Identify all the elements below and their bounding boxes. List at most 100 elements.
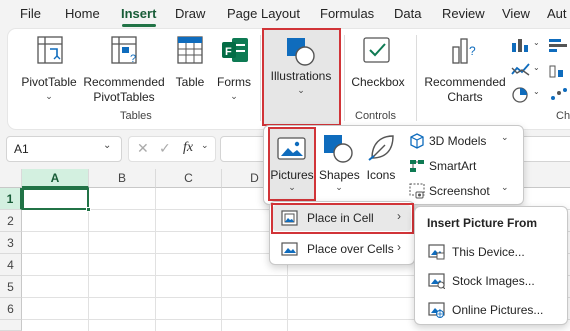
tab-review[interactable]: Review	[442, 6, 485, 21]
svg-text:F: F	[225, 46, 232, 58]
column-header-c[interactable]: C	[156, 169, 222, 188]
insert-picture-from-title: Insert Picture From	[427, 216, 538, 230]
chevron-down-icon[interactable]: ⌄	[201, 140, 209, 151]
chevron-down-icon[interactable]: ⌄	[533, 38, 540, 47]
recommended-charts-button[interactable]: ? Recommended Charts	[420, 33, 510, 107]
screenshot-button[interactable]: Screenshot ⌄	[407, 182, 519, 200]
this-device-item[interactable]: This Device...	[418, 240, 565, 264]
name-box[interactable]: A1 ⌄	[6, 136, 122, 162]
column-header-a[interactable]: A	[22, 169, 89, 188]
tab-view[interactable]: View	[502, 6, 530, 21]
table-button[interactable]: Table	[168, 33, 212, 107]
place-over-cells-label: Place over Cells	[307, 242, 394, 256]
bar-chart-icon[interactable]	[548, 37, 570, 53]
formula-controls: ✕ ✓ fx ⌄	[128, 136, 216, 162]
charts-group-label: Ch	[556, 110, 570, 122]
cube-icon	[410, 133, 424, 149]
recommended-charts-label-1: Recommended	[424, 75, 506, 89]
chevron-down-icon[interactable]: ⌄	[533, 63, 540, 72]
tables-group-label: Tables	[120, 110, 152, 122]
screenshot-icon	[409, 183, 425, 199]
chevron-down-icon: ⌄	[501, 182, 509, 192]
row-header-1[interactable]: 1	[0, 188, 22, 210]
recommended-pivottables-label-2: PivotTables	[93, 90, 155, 104]
chevron-down-icon[interactable]: ⌄	[103, 140, 111, 151]
menu-bar: File Home Insert Draw Page Layout Formul…	[0, 0, 570, 28]
pivottable-button[interactable]: PivotTable ⌄	[14, 33, 84, 107]
stock-images-icon	[428, 273, 445, 289]
this-device-label: This Device...	[452, 245, 525, 259]
stock-images-label: Stock Images...	[452, 274, 535, 288]
chevron-down-icon: ⌄	[501, 132, 509, 142]
column-chart-icon[interactable]	[511, 37, 531, 53]
active-tab-indicator	[122, 24, 156, 27]
row-header-7[interactable]	[0, 320, 22, 331]
column-header-b[interactable]: B	[89, 169, 156, 188]
tab-automate[interactable]: Aut	[547, 6, 567, 21]
chevron-down-icon: ⌄	[230, 91, 238, 101]
row-header-3[interactable]: 3	[0, 232, 22, 254]
select-all-corner[interactable]	[0, 169, 22, 188]
pie-chart-icon[interactable]	[511, 86, 531, 104]
row-header-4[interactable]: 4	[0, 254, 22, 276]
chevron-right-icon: ›	[397, 240, 401, 254]
tab-insert[interactable]: Insert	[121, 6, 156, 21]
place-over-cells-icon	[281, 242, 298, 256]
recommended-pivottables-icon: ?	[111, 36, 137, 65]
table-icon	[177, 36, 203, 64]
grid-line	[155, 188, 156, 331]
shapes-button[interactable]: Shapes ⌄	[319, 128, 360, 200]
pivottable-label: PivotTable	[21, 75, 77, 89]
line-chart-icon[interactable]	[511, 62, 531, 78]
3d-models-label: 3D Models	[429, 134, 487, 148]
online-pictures-label: Online Pictures...	[452, 303, 544, 317]
controls-group-label: Controls	[355, 110, 396, 122]
tab-draw[interactable]: Draw	[175, 6, 205, 21]
cancel-icon[interactable]: ✕	[137, 140, 149, 157]
fill-handle[interactable]	[86, 207, 91, 212]
icons-button[interactable]: Icons	[362, 128, 400, 200]
illustrations-highlight	[262, 28, 341, 126]
active-cell-a1[interactable]	[22, 188, 89, 210]
checkbox-icon	[363, 37, 390, 63]
row-header-5[interactable]: 5	[0, 276, 22, 298]
place-over-cells-item[interactable]: Place over Cells ›	[273, 236, 411, 262]
group-separator	[344, 35, 345, 121]
checkbox-label: Checkbox	[351, 75, 405, 89]
forms-button[interactable]: F Forms ⌄	[212, 33, 256, 107]
statistic-chart-icon[interactable]	[548, 62, 570, 78]
online-pictures-item[interactable]: Online Pictures...	[418, 298, 565, 322]
recommended-charts-icon: ?	[452, 38, 476, 64]
shapes-icon	[324, 135, 353, 163]
table-label: Table	[175, 75, 205, 89]
tab-data[interactable]: Data	[394, 6, 421, 21]
recommended-charts-label-2: Charts	[447, 90, 483, 104]
this-device-icon	[428, 244, 445, 260]
enter-check-icon[interactable]: ✓	[159, 140, 171, 157]
tab-page-layout[interactable]: Page Layout	[227, 6, 300, 21]
group-separator	[416, 35, 417, 121]
insert-picture-from-submenu: Insert Picture From This Device... Stock…	[414, 206, 568, 325]
smartart-button[interactable]: SmartArt	[407, 157, 519, 175]
online-pictures-icon	[428, 302, 445, 318]
tab-home[interactable]: Home	[65, 6, 100, 21]
row-header-6[interactable]: 6	[0, 298, 22, 320]
tab-formulas[interactable]: Formulas	[320, 6, 374, 21]
icons-label: Icons	[366, 168, 396, 182]
chevron-down-icon[interactable]: ⌄	[533, 87, 540, 96]
tab-file[interactable]: File	[20, 6, 41, 21]
scatter-chart-icon[interactable]	[548, 86, 570, 104]
place-in-cell-highlight	[271, 203, 414, 234]
chevron-down-icon: ⌄	[335, 182, 343, 192]
svg-text:?: ?	[469, 44, 476, 58]
smartart-label: SmartArt	[429, 159, 477, 173]
insert-function-icon[interactable]: fx	[183, 140, 193, 156]
recommended-pivottables-button[interactable]: ? Recommended PivotTables	[82, 33, 166, 107]
3d-models-button[interactable]: 3D Models ⌄	[407, 132, 519, 150]
chevron-down-icon: ⌄	[45, 91, 53, 101]
pictures-submenu: Place in Cell › Place over Cells ›	[269, 201, 415, 265]
checkbox-button[interactable]: Checkbox	[346, 33, 410, 107]
stock-images-item[interactable]: Stock Images...	[418, 269, 565, 293]
row-header-2[interactable]: 2	[0, 210, 22, 232]
smartart-icon	[410, 160, 424, 172]
